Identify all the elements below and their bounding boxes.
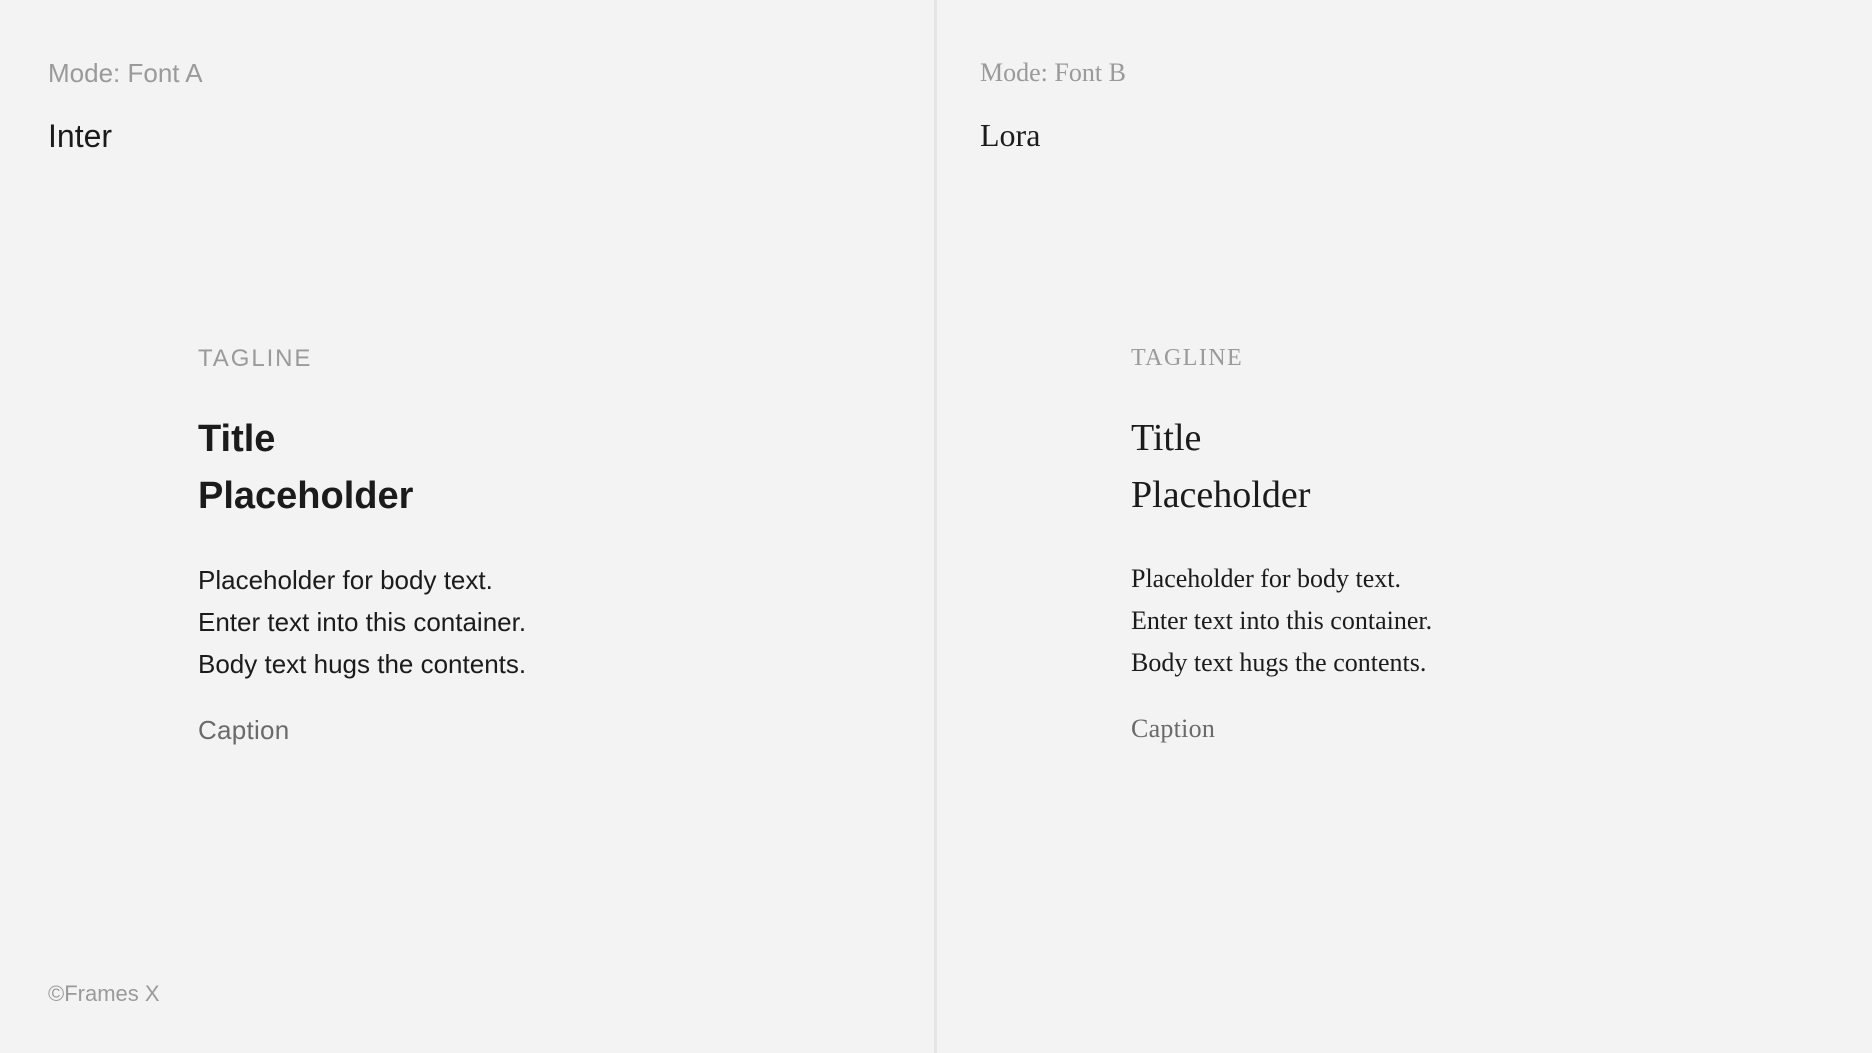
credit: ©Frames X <box>48 981 160 1007</box>
title-a: Title Placeholder <box>198 411 526 525</box>
font-name-a: Inter <box>48 118 112 155</box>
body-line: Placeholder for body text. <box>1131 558 1432 600</box>
title-line: Title <box>1131 410 1432 467</box>
body-text-b: Placeholder for body text. Enter text in… <box>1131 558 1432 684</box>
title-line: Title <box>198 411 526 468</box>
font-b-panel: Mode: Font B Lora TAGLINE Title Placehol… <box>937 0 1872 1053</box>
caption-a: Caption <box>198 715 526 746</box>
body-line: Body text hugs the contents. <box>1131 642 1432 684</box>
specimen-a: TAGLINE Title Placeholder Placeholder fo… <box>198 345 526 746</box>
body-line: Placeholder for body text. <box>198 559 526 601</box>
font-name-b: Lora <box>980 117 1040 154</box>
body-line: Enter text into this container. <box>198 601 526 643</box>
title-line: Placeholder <box>1131 467 1432 524</box>
tagline-b: TAGLINE <box>1131 345 1432 372</box>
title-line: Placeholder <box>198 468 526 525</box>
mode-label-a: Mode: Font A <box>48 58 203 89</box>
body-text-a: Placeholder for body text. Enter text in… <box>198 559 526 685</box>
specimen-b: TAGLINE Title Placeholder Placeholder fo… <box>1131 345 1432 744</box>
caption-b: Caption <box>1131 714 1432 744</box>
tagline-a: TAGLINE <box>198 345 526 373</box>
title-b: Title Placeholder <box>1131 410 1432 524</box>
body-line: Body text hugs the contents. <box>198 643 526 685</box>
body-line: Enter text into this container. <box>1131 600 1432 642</box>
font-a-panel: Mode: Font A Inter TAGLINE Title Placeho… <box>0 0 937 1053</box>
mode-label-b: Mode: Font B <box>980 58 1126 88</box>
